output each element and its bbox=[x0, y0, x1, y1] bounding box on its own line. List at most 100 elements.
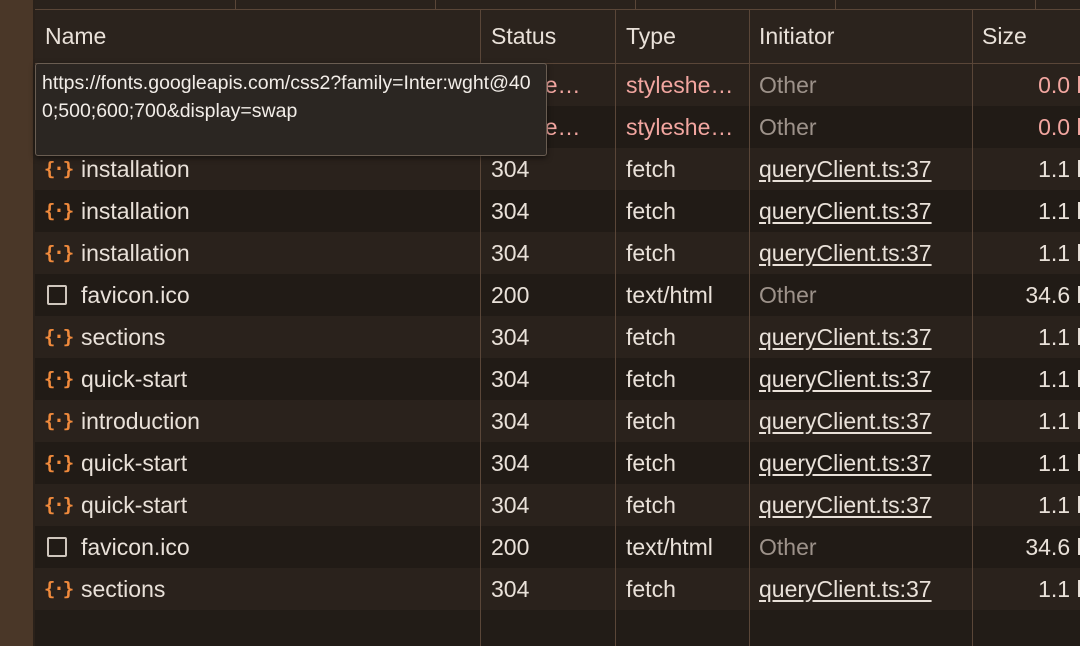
request-name: favicon.ico bbox=[81, 281, 190, 308]
fetch-icon: {·} bbox=[45, 326, 74, 348]
cell-name: favicon.ico bbox=[45, 274, 475, 316]
cell-name: {·} installation bbox=[45, 190, 475, 232]
cell-size: 1.1 k bbox=[1038, 155, 1080, 182]
cell-type: fetch bbox=[626, 575, 676, 602]
cell-name: {·} introduction bbox=[45, 400, 475, 442]
initiator-link[interactable]: queryClient.ts:37 bbox=[759, 576, 932, 603]
cell-type: fetch bbox=[626, 239, 676, 266]
cell-size: 0.0 k bbox=[1038, 113, 1080, 140]
cell-type: styleshe… bbox=[626, 71, 734, 98]
table-header: Name Status Type Initiator Size bbox=[35, 10, 1080, 64]
cell-initiator: Other bbox=[759, 526, 971, 568]
initiator-text: Other bbox=[759, 113, 817, 140]
cell-initiator: queryClient.ts:37 bbox=[759, 484, 971, 526]
cell-name: {·} quick-start bbox=[45, 484, 475, 526]
initiator-text: Other bbox=[759, 533, 817, 560]
cell-type: fetch bbox=[626, 491, 676, 518]
cell-initiator: queryClient.ts:37 bbox=[759, 442, 971, 484]
cell-size: 1.1 k bbox=[1038, 407, 1080, 434]
initiator-link[interactable]: queryClient.ts:37 bbox=[759, 408, 932, 435]
initiator-link[interactable]: queryClient.ts:37 bbox=[759, 240, 932, 267]
cell-size: 0.0 k bbox=[1038, 71, 1080, 98]
fetch-icon: {·} bbox=[45, 200, 74, 222]
table-row[interactable]: {·} introduction 304 fetch queryClient.ts:37… bbox=[35, 400, 1080, 442]
initiator-link[interactable]: queryClient.ts:37 bbox=[759, 324, 932, 351]
initiator-link[interactable]: queryClient.ts:37 bbox=[759, 366, 932, 393]
request-name: installation bbox=[81, 239, 190, 266]
initiator-link[interactable]: queryClient.ts:37 bbox=[759, 198, 932, 225]
request-name: sections bbox=[81, 323, 166, 350]
fetch-icon: {·} bbox=[45, 242, 74, 264]
cell-status: 304 bbox=[491, 323, 530, 350]
initiator-link[interactable]: queryClient.ts:37 bbox=[759, 156, 932, 183]
initiator-text: Other bbox=[759, 71, 817, 98]
table-row[interactable]: {·} sections 304 fetch queryClient.ts:37 1.1 … bbox=[35, 316, 1080, 358]
cell-status: 304 bbox=[491, 365, 530, 392]
cell-status: 304 bbox=[491, 197, 530, 224]
request-name: quick-start bbox=[81, 365, 188, 392]
cell-initiator: queryClient.ts:37 bbox=[759, 316, 971, 358]
initiator-link[interactable]: queryClient.ts:37 bbox=[759, 450, 932, 477]
request-name: sections bbox=[81, 575, 166, 602]
filter-strip bbox=[35, 0, 1080, 10]
cell-status: 304 bbox=[491, 575, 530, 602]
table-row[interactable]: {·} installation 304 fetch queryClient.ts:37… bbox=[35, 232, 1080, 274]
fetch-icon: {·} bbox=[45, 410, 74, 432]
table-row[interactable]: {·} installation 304 fetch queryClient.ts:37… bbox=[35, 190, 1080, 232]
column-resizer[interactable] bbox=[615, 10, 616, 646]
request-name: installation bbox=[81, 155, 190, 182]
initiator-link[interactable]: queryClient.ts:37 bbox=[759, 492, 932, 519]
cell-size: 1.1 k bbox=[1038, 239, 1080, 266]
table-row[interactable]: {·} quick-start 304 fetch queryClient.ts:37 1… bbox=[35, 484, 1080, 526]
strip-divider bbox=[835, 0, 836, 9]
table-row[interactable]: favicon.ico 200 text/html Other 34.6 k bbox=[35, 526, 1080, 568]
column-header-size[interactable]: Size bbox=[982, 10, 1080, 63]
cell-initiator: queryClient.ts:37 bbox=[759, 190, 971, 232]
url-tooltip: https://fonts.googleapis.com/css2?family… bbox=[35, 63, 547, 156]
table-row[interactable]: {·} sections 304 fetch queryClient.ts:37 1.1 … bbox=[35, 568, 1080, 610]
cell-type: fetch bbox=[626, 365, 676, 392]
cell-name: {·} installation bbox=[45, 232, 475, 274]
cell-status: 200 bbox=[491, 533, 530, 560]
document-icon bbox=[47, 285, 67, 305]
cell-type: fetch bbox=[626, 449, 676, 476]
cell-type: text/html bbox=[626, 281, 713, 308]
cell-initiator: queryClient.ts:37 bbox=[759, 232, 971, 274]
table-row[interactable]: {·} quick-start 304 fetch queryClient.ts:37 1… bbox=[35, 358, 1080, 400]
cell-initiator: Other bbox=[759, 64, 971, 106]
cell-initiator: Other bbox=[759, 106, 971, 148]
cell-size: 1.1 k bbox=[1038, 197, 1080, 224]
table-row[interactable]: favicon.ico 200 text/html Other 34.6 k bbox=[35, 274, 1080, 316]
cell-status: 200 bbox=[491, 281, 530, 308]
column-resizer[interactable] bbox=[749, 10, 750, 646]
table-row[interactable]: {·} quick-start 304 fetch queryClient.ts:37 1… bbox=[35, 442, 1080, 484]
cell-name: {·} sections bbox=[45, 568, 475, 610]
cell-size: 34.6 k bbox=[1025, 533, 1080, 560]
cell-type: fetch bbox=[626, 407, 676, 434]
cell-size: 1.1 k bbox=[1038, 365, 1080, 392]
column-header-name[interactable]: Name bbox=[45, 10, 475, 63]
cell-initiator: queryClient.ts:37 bbox=[759, 358, 971, 400]
network-panel: Name Status Type Initiator Size css2?fam… bbox=[0, 0, 1080, 646]
request-name: quick-start bbox=[81, 491, 188, 518]
fetch-icon: {·} bbox=[45, 158, 74, 180]
cell-size: 1.1 k bbox=[1038, 449, 1080, 476]
column-header-type[interactable]: Type bbox=[626, 10, 746, 63]
network-request-table: Name Status Type Initiator Size css2?fam… bbox=[35, 10, 1080, 646]
column-header-status[interactable]: Status bbox=[491, 10, 609, 63]
cell-type: fetch bbox=[626, 323, 676, 350]
cell-initiator: queryClient.ts:37 bbox=[759, 400, 971, 442]
sidebar-gutter bbox=[0, 0, 33, 646]
initiator-text: Other bbox=[759, 281, 817, 308]
document-icon bbox=[47, 537, 67, 557]
column-resizer[interactable] bbox=[972, 10, 973, 646]
cell-initiator: queryClient.ts:37 bbox=[759, 148, 971, 190]
cell-type: text/html bbox=[626, 533, 713, 560]
cell-initiator: Other bbox=[759, 274, 971, 316]
strip-divider bbox=[1035, 0, 1036, 9]
cell-name: favicon.ico bbox=[45, 526, 475, 568]
cell-size: 34.6 k bbox=[1025, 281, 1080, 308]
fetch-icon: {·} bbox=[45, 368, 74, 390]
cell-name: {·} sections bbox=[45, 316, 475, 358]
column-header-initiator[interactable]: Initiator bbox=[759, 10, 971, 63]
